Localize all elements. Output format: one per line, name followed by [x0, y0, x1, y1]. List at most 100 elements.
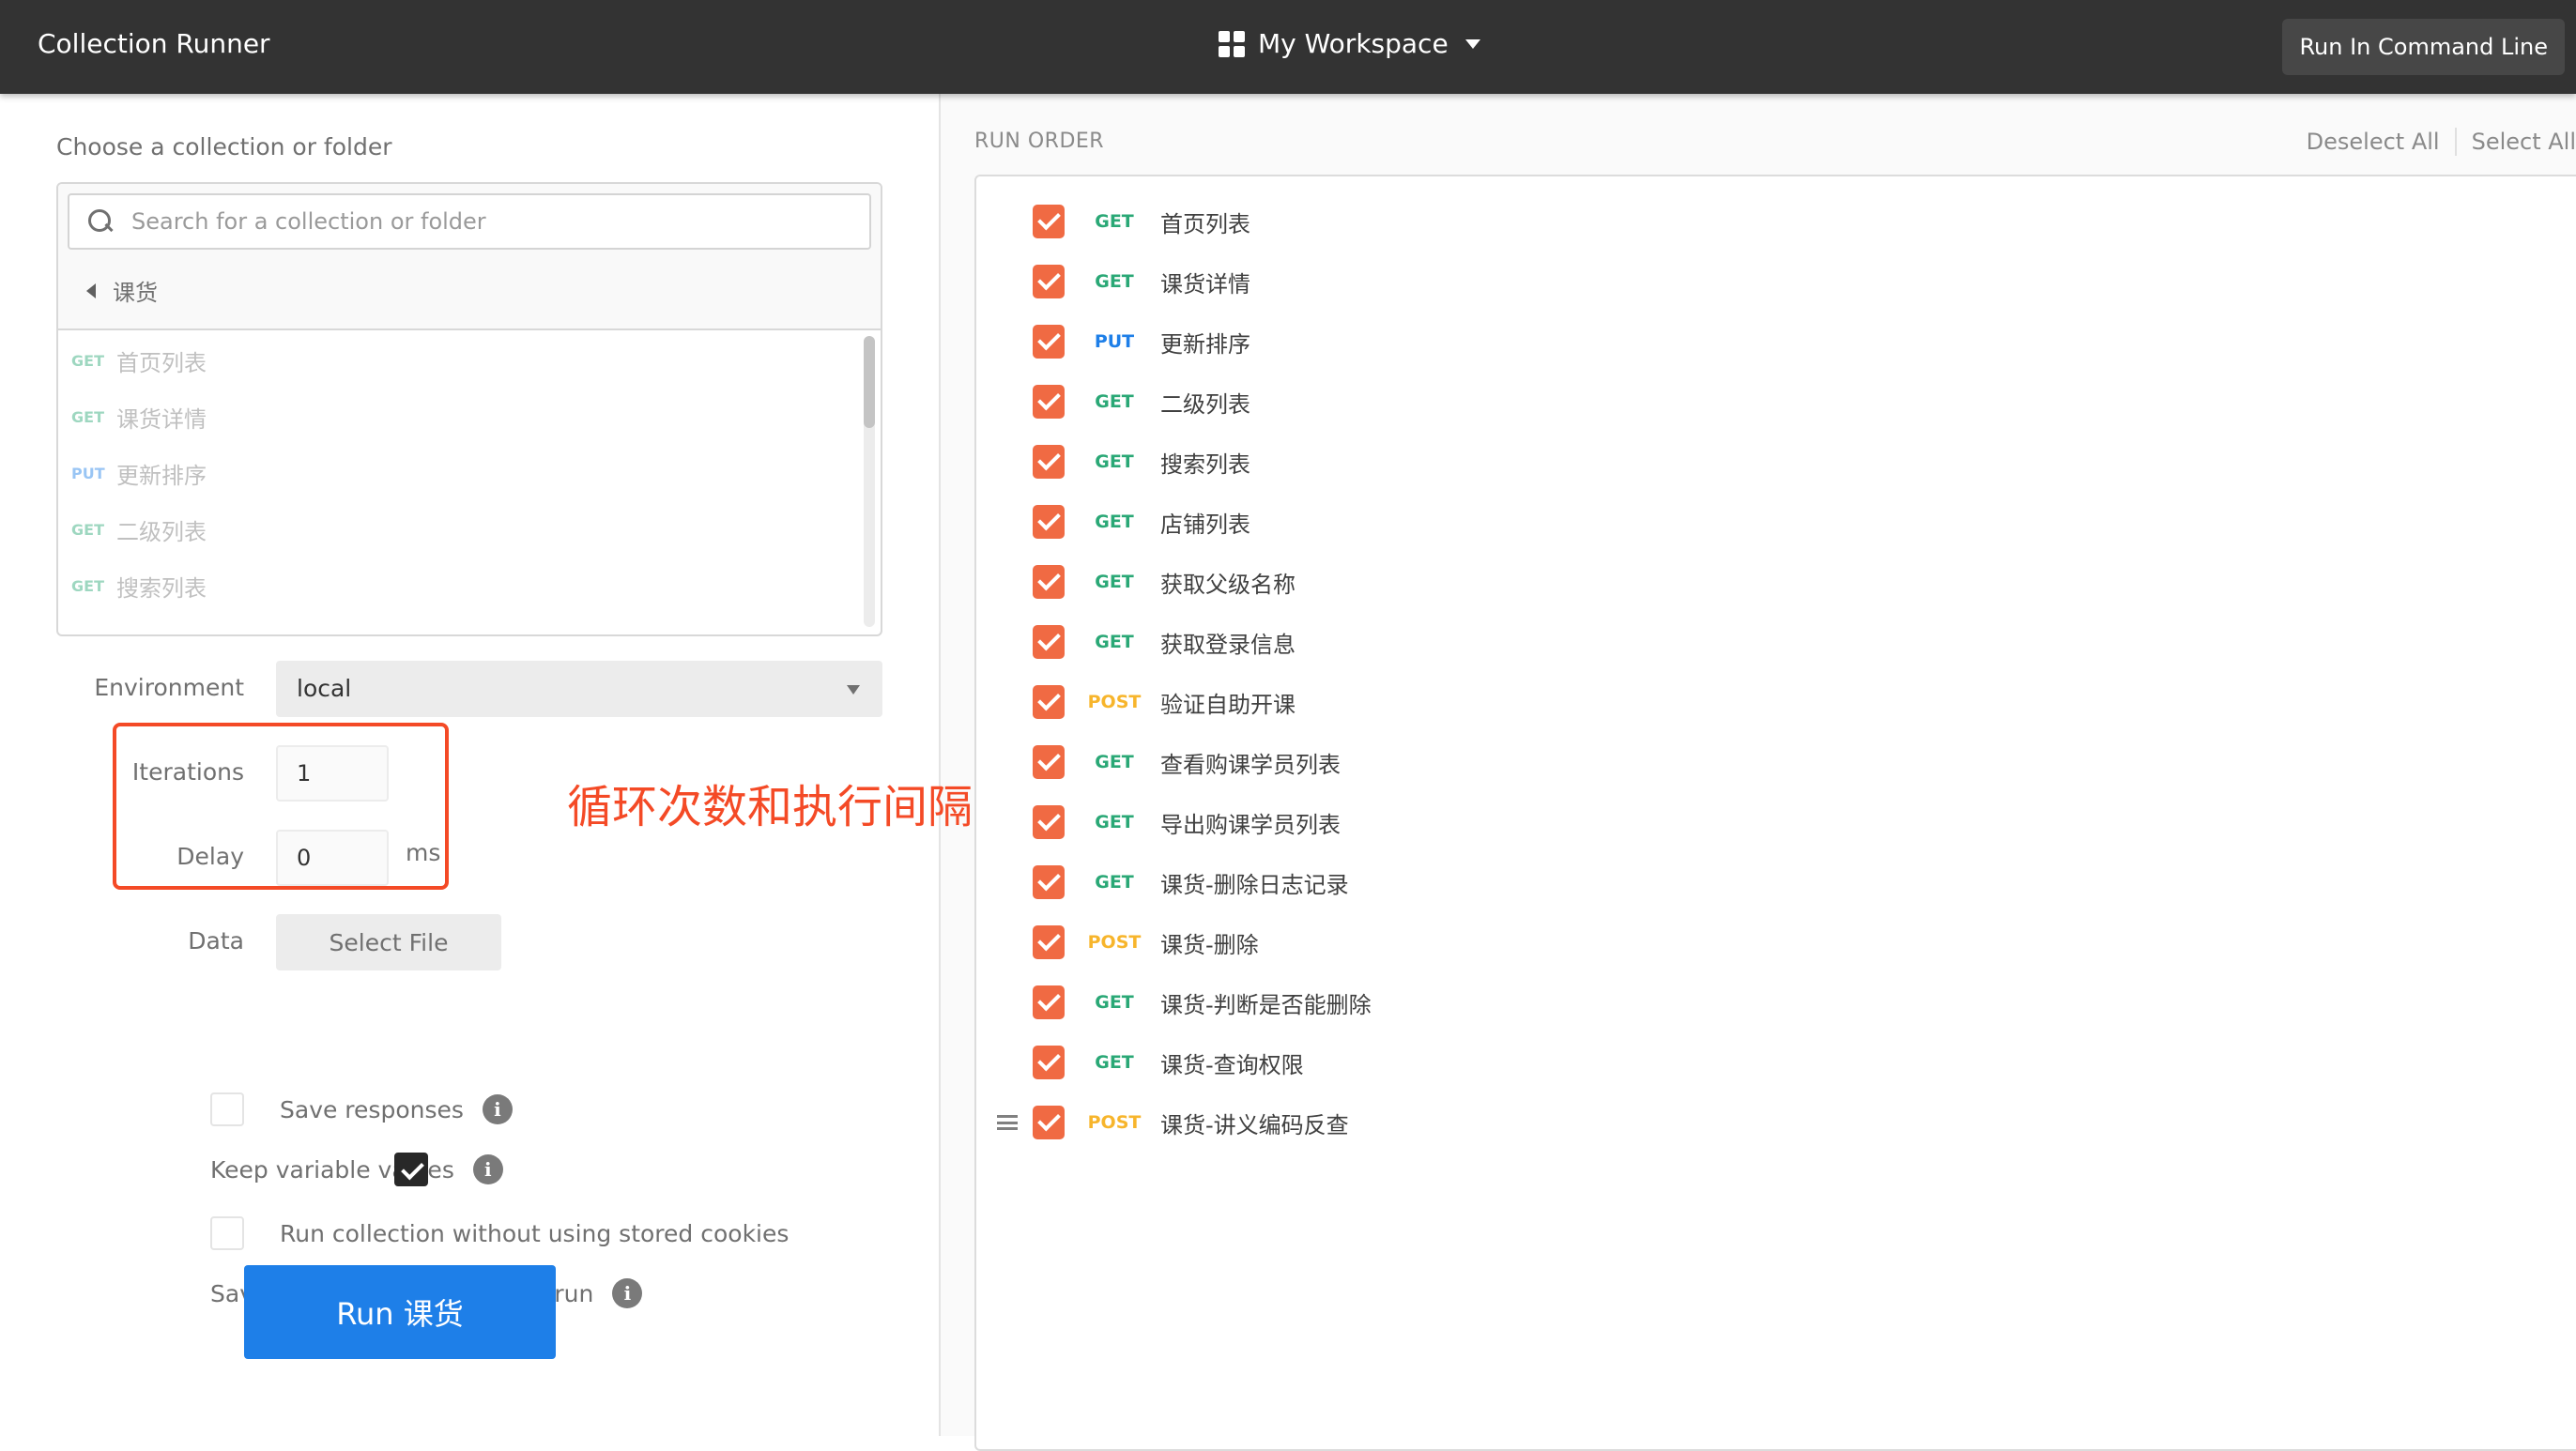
request-method: PUT — [1094, 331, 1135, 352]
run-order-item[interactable]: GET 课货-删除日志记录 — [976, 852, 2576, 912]
select-all-link[interactable]: Select All — [2472, 129, 2576, 155]
run-order-checkbox[interactable] — [1033, 985, 1065, 1019]
request-method: GET — [71, 407, 104, 426]
data-label: Data — [188, 927, 244, 955]
request-name: 验证自助开课 — [1160, 691, 1296, 718]
request-name: 更新排序 — [1160, 330, 1250, 358]
run-order-item[interactable]: GET 获取父级名称 — [976, 552, 2576, 612]
annotation-text: 循环次数和执行间隔 — [567, 781, 974, 833]
app-header: Collection Runner My Workspace Run In Co… — [0, 0, 2576, 94]
run-order-checkbox[interactable] — [1033, 805, 1065, 839]
run-order-title: RUN ORDER — [974, 130, 1105, 153]
request-name: 首页列表 — [116, 349, 207, 376]
run-order-item[interactable]: GET 二级列表 — [976, 372, 2576, 432]
run-collection-button[interactable]: Run 课货 — [244, 1265, 556, 1359]
run-order-checkbox[interactable] — [1033, 925, 1065, 959]
request-name: 课货-删除日志记录 — [1160, 871, 1349, 898]
request-method: GET — [1095, 451, 1134, 472]
environment-value: local — [297, 675, 352, 702]
workspace-name: My Workspace — [1258, 28, 1449, 59]
option-checkbox[interactable] — [394, 1153, 428, 1186]
request-name: 课货-判断是否能删除 — [1160, 991, 1372, 1018]
run-in-command-line-button[interactable]: Run In Command Line — [2282, 19, 2565, 75]
option-checkbox[interactable] — [210, 1216, 244, 1250]
select-file-button[interactable]: Select File — [276, 914, 501, 970]
run-order-item[interactable]: GET 课货-判断是否能删除 — [976, 972, 2576, 1032]
delay-label: Delay — [176, 843, 244, 870]
run-order-item[interactable]: POST 课货-讲义编码反查 — [976, 1092, 2576, 1153]
info-icon[interactable]: i — [612, 1278, 643, 1308]
current-folder-name: 课货 — [113, 280, 158, 306]
run-order-item[interactable]: POST 验证自助开课 — [976, 672, 2576, 732]
request-list-item[interactable]: GET店铺列表 — [58, 614, 866, 634]
run-order-item[interactable]: GET 导出购课学员列表 — [976, 792, 2576, 852]
collection-chooser: 课货 GET首页列表GET课货详情PUT更新排序GET二级列表GET搜索列表GE… — [56, 182, 882, 636]
search-input[interactable] — [131, 208, 845, 235]
run-order-checkbox[interactable] — [1033, 745, 1065, 779]
run-order-actions: Deselect All Select All — [2307, 128, 2576, 156]
request-method: GET — [1095, 872, 1134, 893]
run-order-item[interactable]: GET 搜索列表 — [976, 432, 2576, 492]
info-icon[interactable]: i — [482, 1094, 513, 1124]
scrollbar-thumb[interactable] — [864, 336, 875, 428]
workspace-switcher[interactable]: My Workspace — [1219, 28, 1480, 59]
run-order-checkbox[interactable] — [1033, 625, 1065, 659]
workspace-grid-icon — [1219, 30, 1245, 57]
request-method: GET — [71, 520, 104, 539]
request-name: 查看购课学员列表 — [1160, 751, 1341, 778]
request-name: 获取父级名称 — [1160, 571, 1296, 598]
request-method: PUT — [71, 464, 105, 482]
run-option: Keep variable values i — [210, 1153, 503, 1186]
request-method: GET — [1095, 211, 1134, 232]
delay-input[interactable] — [276, 830, 389, 886]
run-order-checkbox[interactable] — [1033, 1046, 1065, 1079]
request-name: 二级列表 — [116, 518, 207, 545]
run-order-item[interactable]: GET 获取登录信息 — [976, 612, 2576, 672]
run-order-checkbox[interactable] — [1033, 1106, 1065, 1139]
run-order-item[interactable]: GET 店铺列表 — [976, 492, 2576, 552]
request-method: POST — [1087, 692, 1142, 712]
option-label: Save responses — [280, 1095, 464, 1123]
run-order-item[interactable]: PUT 更新排序 — [976, 312, 2576, 372]
request-method: GET — [71, 351, 104, 370]
run-order-checkbox[interactable] — [1033, 565, 1065, 599]
search-icon — [88, 209, 113, 234]
request-list-scrollbar[interactable] — [864, 336, 875, 627]
request-name: 课货详情 — [116, 405, 207, 433]
environment-select[interactable]: local — [276, 661, 882, 717]
run-order-checkbox[interactable] — [1033, 325, 1065, 359]
run-order-checkbox[interactable] — [1033, 205, 1065, 238]
iterations-input[interactable] — [276, 745, 389, 802]
run-order-checkbox[interactable] — [1033, 865, 1065, 899]
request-name: 获取登录信息 — [1160, 631, 1296, 658]
request-method: GET — [1095, 632, 1134, 652]
request-name: 导出购课学员列表 — [1160, 811, 1341, 838]
run-order-item[interactable]: GET 查看购课学员列表 — [976, 732, 2576, 792]
run-order-checkbox[interactable] — [1033, 385, 1065, 419]
environment-label: Environment — [94, 674, 244, 701]
info-icon[interactable]: i — [472, 1154, 503, 1184]
divider — [2454, 128, 2457, 156]
run-order-checkbox[interactable] — [1033, 685, 1065, 719]
request-name: 课货-查询权限 — [1160, 1051, 1304, 1078]
run-order-item[interactable]: GET 课货-查询权限 — [976, 1032, 2576, 1092]
run-order-checkbox[interactable] — [1033, 505, 1065, 539]
request-list-item[interactable]: GET 搜索列表 — [58, 557, 866, 614]
request-list-item[interactable]: PUT 更新排序 — [58, 445, 866, 501]
back-to-collections[interactable]: 课货 — [86, 274, 158, 307]
request-list-item[interactable]: GET 二级列表 — [58, 501, 866, 557]
option-checkbox[interactable] — [210, 1092, 244, 1126]
drag-handle-icon[interactable] — [997, 1115, 1018, 1130]
run-order-panel: RUN ORDER Deselect All Select All GET 首页列… — [939, 94, 2576, 1451]
request-list-item[interactable]: GET 课货详情 — [58, 389, 866, 445]
caret-down-icon — [847, 685, 860, 695]
request-name: 课货-讲义编码反查 — [1160, 1111, 1349, 1138]
run-order-item[interactable]: POST 课货-删除 — [976, 912, 2576, 972]
run-order-checkbox[interactable] — [1033, 445, 1065, 479]
request-list-item[interactable]: GET 首页列表 — [58, 332, 866, 389]
run-order-checkbox[interactable] — [1033, 265, 1065, 298]
run-order-item[interactable]: GET 课货详情 — [976, 252, 2576, 312]
request-name: 店铺列表 — [1160, 511, 1250, 538]
run-order-item[interactable]: GET 首页列表 — [976, 191, 2576, 252]
deselect-all-link[interactable]: Deselect All — [2307, 129, 2440, 155]
